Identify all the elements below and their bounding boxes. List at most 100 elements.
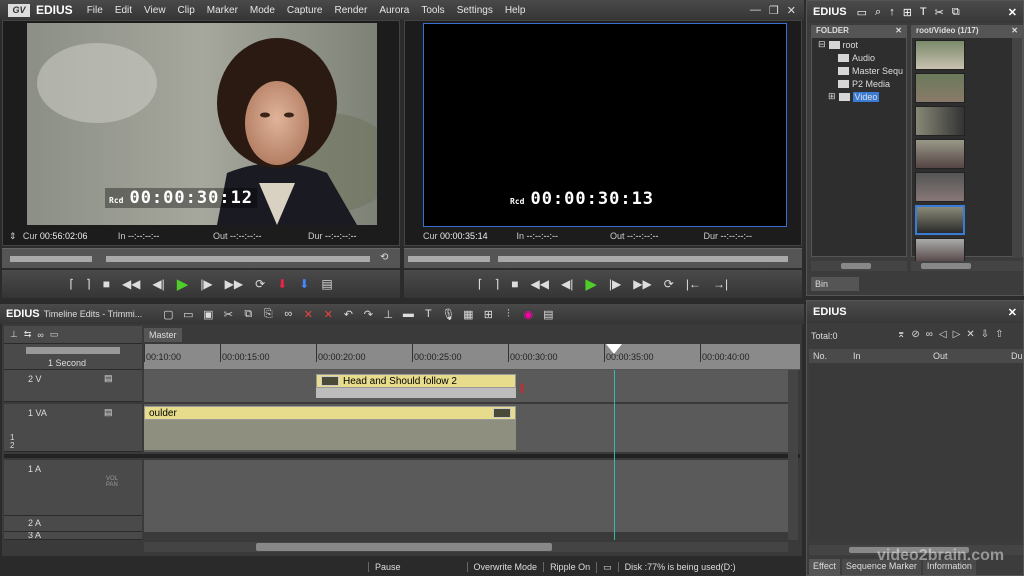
mixer-icon[interactable]: ⫶	[500, 307, 516, 321]
restore-icon[interactable]: ❐	[769, 4, 779, 17]
folder-audio[interactable]: Audio	[812, 51, 906, 64]
folder-hscrollbar[interactable]	[811, 261, 907, 271]
menu-settings[interactable]: Settings	[451, 5, 499, 16]
track-header-3a[interactable]: 3 A	[4, 532, 142, 540]
marker-delete-icon[interactable]: ✕	[966, 329, 974, 340]
zoom-slider[interactable]	[26, 347, 120, 354]
recorder-video[interactable]: Rcd 00:00:30:13	[423, 23, 787, 227]
folder-close-icon[interactable]: ✕	[895, 26, 902, 38]
microphone-icon[interactable]: 🎙	[440, 307, 456, 321]
next-edit-icon[interactable]: →|	[713, 277, 728, 291]
timeline-vscrollbar[interactable]	[788, 370, 798, 540]
marker-clear-icon[interactable]: ⊘	[911, 329, 919, 340]
marker-export-icon[interactable]: ⇧	[995, 329, 1003, 340]
rec-step-back-icon[interactable]: ◀|	[561, 277, 573, 291]
track-area-1a[interactable]	[144, 460, 788, 516]
track-header-1a[interactable]: 1 A VOL PAN	[4, 460, 142, 516]
link-icon[interactable]: ∞	[280, 307, 296, 321]
clip-view-scrollbar[interactable]	[1012, 38, 1022, 258]
recorder-shuttle-track[interactable]	[408, 256, 490, 262]
clip-thumbnail[interactable]	[915, 73, 965, 103]
drag-handle-icon[interactable]: ⇕	[9, 231, 19, 242]
timeline-ruler[interactable]: 00:10:00 00:00:15:00 00:00:20:00 00:00:2…	[143, 344, 800, 370]
menu-marker[interactable]: Marker	[201, 5, 244, 16]
prev-edit-icon[interactable]: |←	[686, 277, 701, 291]
track-area-2a[interactable]	[144, 516, 788, 532]
group-icon[interactable]: ▬	[400, 307, 416, 321]
paste-icon[interactable]: ⎘	[260, 307, 276, 321]
marker-link-icon[interactable]: ∞	[926, 329, 933, 340]
player-position-track[interactable]	[106, 256, 370, 262]
copy-icon[interactable]: ⧉	[952, 6, 960, 19]
folder-master-sequence[interactable]: Master Sequ	[812, 64, 906, 77]
marker-list[interactable]	[809, 363, 1023, 541]
track-divider[interactable]	[4, 454, 800, 458]
menu-render[interactable]: Render	[329, 5, 374, 16]
copy-icon[interactable]: ⧉	[240, 307, 256, 321]
menu-view[interactable]: View	[138, 5, 172, 16]
step-back-icon[interactable]: ◀|	[152, 277, 164, 291]
search-icon[interactable]: ⌕	[875, 6, 881, 19]
minimize-icon[interactable]: —	[750, 4, 761, 17]
col-duration[interactable]: Du	[1011, 351, 1023, 361]
title-icon[interactable]: T	[420, 307, 436, 321]
track-mode-icon[interactable]: ▤	[104, 407, 113, 418]
up-folder-icon[interactable]: ↑	[889, 6, 895, 19]
render-icon[interactable]: ▦	[460, 307, 476, 321]
timeline-hscrollbar[interactable]	[144, 542, 788, 552]
player-slider[interactable]: ⟲	[2, 248, 400, 268]
sync-lock-icon[interactable]: ∞	[37, 330, 43, 340]
add-clip-icon[interactable]: ⊞	[903, 6, 912, 19]
undo-icon[interactable]: ↶	[340, 307, 356, 321]
folder-root[interactable]: ⊟ root	[812, 38, 906, 51]
rec-fast-forward-icon[interactable]: ▶▶	[633, 277, 651, 291]
marker-set-icon[interactable]: ⌆	[897, 329, 905, 340]
loop-icon[interactable]: ⟲	[380, 252, 388, 263]
add-edit-icon[interactable]: ⊥	[380, 307, 396, 321]
menu-clip[interactable]: Clip	[172, 5, 201, 16]
loop-play-icon[interactable]: ⟳	[255, 277, 265, 291]
insert-icon[interactable]: ⬇	[277, 277, 287, 291]
menu-help[interactable]: Help	[499, 5, 532, 16]
menu-tools[interactable]: Tools	[415, 5, 450, 16]
rec-rewind-icon[interactable]: ◀◀	[531, 277, 549, 291]
redo-icon[interactable]: ↷	[360, 307, 376, 321]
marker-prev-icon[interactable]: ◁	[939, 329, 947, 340]
new-sequence-icon[interactable]: ▢	[160, 307, 176, 321]
rec-step-forward-icon[interactable]: |▶	[609, 277, 621, 291]
open-project-icon[interactable]: ▭	[180, 307, 196, 321]
folder-icon[interactable]: ▭	[857, 6, 867, 19]
bin-close-icon[interactable]: ✕	[1008, 6, 1017, 19]
clip-hscrollbar[interactable]	[911, 261, 1023, 271]
menu-aurora[interactable]: Aurora	[373, 5, 415, 16]
stop-icon[interactable]: ■	[103, 277, 110, 291]
marker-close-icon[interactable]: ✕	[1008, 306, 1017, 319]
col-no[interactable]: No.	[813, 351, 827, 361]
rec-stop-icon[interactable]: ■	[511, 277, 518, 291]
rec-set-in-icon[interactable]: ⌈	[478, 277, 483, 291]
replace-icon[interactable]: ▤	[321, 277, 332, 291]
close-icon[interactable]: ✕	[787, 4, 796, 17]
marker-import-icon[interactable]: ⇩	[981, 329, 989, 340]
player-video[interactable]: Rcd 00:00:30:12	[27, 23, 377, 225]
col-out[interactable]: Out	[933, 351, 948, 361]
playhead-marker[interactable]	[606, 344, 622, 354]
clip-thumbnail-selected[interactable]	[915, 205, 965, 235]
menu-capture[interactable]: Capture	[281, 5, 329, 16]
save-icon[interactable]: ▣	[200, 307, 216, 321]
clip-view-close-icon[interactable]: ✕	[1011, 26, 1018, 38]
rec-play-icon[interactable]: ▶	[585, 275, 597, 293]
sequence-tab-master[interactable]: Master	[144, 328, 182, 342]
layout-icon[interactable]: ▤	[540, 307, 556, 321]
rec-loop-play-icon[interactable]: ⟳	[664, 277, 674, 291]
recorder-position-track[interactable]	[498, 256, 788, 262]
clip-thumbnail[interactable]	[915, 106, 965, 136]
track-link-icon[interactable]: ⇆	[24, 329, 32, 340]
player-shuttle-track[interactable]	[10, 256, 92, 262]
rewind-icon[interactable]: ◀◀	[122, 277, 140, 291]
track-header-2a[interactable]: 2 A	[4, 516, 142, 532]
clip-va1-audio[interactable]	[144, 420, 516, 450]
add-title-icon[interactable]: T	[920, 6, 927, 19]
clip-va1[interactable]: oulder	[144, 406, 516, 420]
menu-edit[interactable]: Edit	[109, 5, 138, 16]
